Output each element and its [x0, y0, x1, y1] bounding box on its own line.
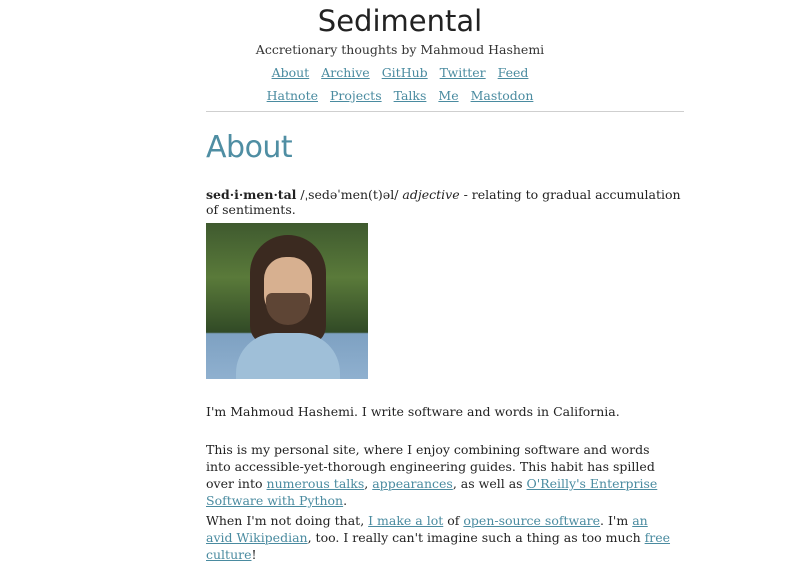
secondary-nav: Hatnote Projects Talks Me Mastodon: [0, 88, 800, 103]
para3-text-3: . I'm: [600, 513, 633, 528]
nav-link-projects[interactable]: Projects: [330, 88, 382, 103]
definition-part-of-speech: adjective: [402, 187, 460, 202]
para2-text-4: .: [343, 493, 348, 508]
intro-paragraph: I'm Mahmoud Hashemi. I write software an…: [206, 404, 620, 419]
primary-nav: About Archive GitHub Twitter Feed: [0, 65, 800, 80]
nav-link-feed[interactable]: Feed: [498, 65, 529, 80]
definition: sed·i·men·tal /ˌsedəˈmen(t)əl/ adjective…: [206, 187, 686, 217]
nav-link-mastodon[interactable]: Mastodon: [471, 88, 534, 103]
nav-link-hatnote[interactable]: Hatnote: [267, 88, 318, 103]
para3-text-2: of: [443, 513, 464, 528]
make-a-lot-link[interactable]: I make a lot: [368, 513, 443, 528]
appearances-link[interactable]: appearances: [372, 476, 453, 491]
para3-text-1: When I'm not doing that,: [206, 513, 369, 528]
nav-link-me[interactable]: Me: [438, 88, 458, 103]
author-photo: [206, 223, 368, 379]
page-title: About: [206, 130, 293, 165]
open-source-software-link[interactable]: open-source software: [463, 513, 600, 528]
nav-link-twitter[interactable]: Twitter: [440, 65, 486, 80]
site-title[interactable]: Sedimental: [0, 4, 800, 38]
nav-link-talks[interactable]: Talks: [394, 88, 427, 103]
numerous-talks-link[interactable]: numerous talks: [267, 476, 365, 491]
nav-link-github[interactable]: GitHub: [382, 65, 428, 80]
definition-word: sed·i·men·tal: [206, 187, 297, 202]
personal-site-paragraph: This is my personal site, where I enjoy …: [206, 441, 676, 509]
nav-link-about[interactable]: About: [272, 65, 310, 80]
para3-text-5: !: [251, 547, 257, 562]
para2-text-3: , as well as: [452, 476, 527, 491]
open-source-paragraph: When I'm not doing that, I make a lot of…: [206, 512, 676, 563]
photo-shirt: [236, 333, 340, 379]
para3-text-4: , too. I really can't imagine such a thi…: [307, 530, 645, 545]
definition-pronunciation: /ˌsedəˈmen(t)əl/: [300, 187, 399, 202]
nav-link-archive[interactable]: Archive: [321, 65, 370, 80]
header-divider: [206, 111, 684, 112]
site-tagline: Accretionary thoughts by Mahmoud Hashemi: [255, 42, 545, 57]
